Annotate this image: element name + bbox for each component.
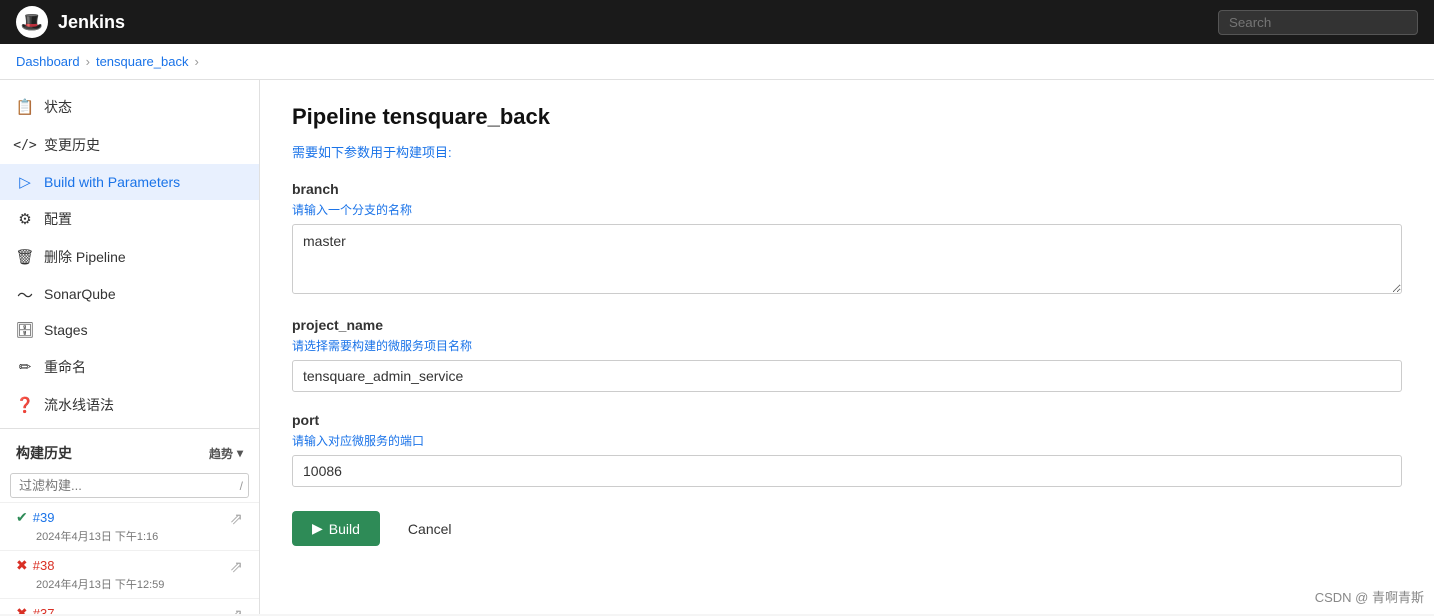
breadcrumb-project[interactable]: tensquare_back — [96, 54, 189, 69]
sidebar-item-rename-label: 重命名 — [44, 357, 86, 377]
trend-chevron-icon: ▾ — [237, 446, 243, 460]
param-group-project-name: project_name 请选择需要构建的微服务项目名称 — [292, 317, 1402, 392]
build-37-arrow-icon: ⇗ — [230, 605, 243, 614]
sidebar-item-change-history[interactable]: </> 变更历史 — [0, 126, 259, 164]
pipeline-syntax-icon: ❓ — [16, 396, 34, 414]
change-history-icon: </> — [16, 136, 34, 154]
build-39-date: 2024年4月13日 下午1:16 — [16, 528, 158, 544]
breadcrumb-sep-2: › — [194, 54, 198, 69]
watermark-text: CSDN @ 青啊青斯 — [1315, 590, 1424, 605]
port-input[interactable] — [292, 455, 1402, 487]
layout: 📋 状态 </> 变更历史 ▷ Build with Parameters ⚙ … — [0, 80, 1434, 614]
param-group-branch: branch 请输入一个分支的名称 master — [292, 181, 1402, 297]
sidebar-item-change-history-label: 变更历史 — [44, 135, 100, 155]
branch-input[interactable]: master — [292, 224, 1402, 294]
project-name-label: project_name — [292, 317, 1402, 333]
page-title: Pipeline tensquare_back — [292, 104, 1402, 130]
build-37-status-icon: ✖ — [16, 605, 28, 614]
stages-icon: 🗄 — [16, 321, 34, 339]
sidebar-item-delete-pipeline-label: 删除 Pipeline — [44, 247, 126, 267]
breadcrumb: Dashboard › tensquare_back › — [0, 44, 1434, 80]
breadcrumb-dashboard[interactable]: Dashboard — [16, 54, 80, 69]
sidebar-item-config-label: 配置 — [44, 209, 72, 229]
status-icon: 📋 — [16, 98, 34, 116]
filter-shortcut-icon: / — [240, 479, 243, 493]
history-trend-label: 趋势 — [209, 445, 233, 462]
sidebar-item-status[interactable]: 📋 状态 — [0, 88, 259, 126]
filter-input-wrap: / — [0, 469, 259, 502]
build-37-link[interactable]: ✖ #37 — [16, 605, 164, 614]
main-content: Pipeline tensquare_back 需要如下参数用于构建项目: br… — [260, 80, 1434, 614]
search-input[interactable] — [1218, 10, 1418, 35]
project-name-hint: 请选择需要构建的微服务项目名称 — [292, 337, 1402, 354]
build-37-number: #37 — [33, 606, 55, 614]
header: 🎩 Jenkins — [0, 0, 1434, 44]
sidebar-item-delete-pipeline[interactable]: 🗑 删除 Pipeline — [0, 238, 259, 276]
page-subtitle: 需要如下参数用于构建项目: — [292, 142, 1402, 161]
history-header: 构建历史 趋势 ▾ — [0, 437, 259, 469]
sidebar-item-pipeline-syntax-label: 流水线语法 — [44, 395, 114, 415]
jenkins-title: Jenkins — [58, 12, 125, 33]
history-trend-button[interactable]: 趋势 ▾ — [209, 445, 243, 462]
rename-icon: ✏ — [16, 358, 34, 376]
port-hint: 请输入对应微服务的端口 — [292, 432, 1402, 449]
sidebar-item-config[interactable]: ⚙ 配置 — [0, 200, 259, 238]
build-item-39: ✔ #39 2024年4月13日 下午1:16 ⇗ — [0, 502, 259, 550]
build-item-37: ✖ #37 2024年4月13日 下午12:58 ⇗ — [0, 598, 259, 614]
project-name-input[interactable] — [292, 360, 1402, 392]
sidebar-item-stages-label: Stages — [44, 322, 88, 338]
watermark: CSDN @ 青啊青斯 — [1315, 587, 1424, 606]
branch-label: branch — [292, 181, 1402, 197]
build-39-number: #39 — [33, 510, 55, 525]
build-item-39-left: ✔ #39 2024年4月13日 下午1:16 — [16, 509, 158, 544]
build-play-icon: ▶ — [312, 520, 323, 537]
sonarqube-icon: 〜 — [16, 285, 34, 303]
build-39-status-icon: ✔ — [16, 509, 28, 526]
build-39-arrow-icon: ⇗ — [230, 509, 243, 529]
breadcrumb-sep-1: › — [86, 54, 90, 69]
branch-hint: 请输入一个分支的名称 — [292, 201, 1402, 218]
build-38-number: #38 — [33, 558, 55, 573]
jenkins-logo: 🎩 Jenkins — [16, 6, 125, 38]
build-38-status-icon: ✖ — [16, 557, 28, 574]
param-group-port: port 请输入对应微服务的端口 — [292, 412, 1402, 487]
cancel-button-label: Cancel — [408, 521, 452, 537]
sidebar-item-sonarqube[interactable]: 〜 SonarQube — [0, 276, 259, 312]
sidebar-item-stages[interactable]: 🗄 Stages — [0, 312, 259, 348]
sidebar: 📋 状态 </> 变更历史 ▷ Build with Parameters ⚙ … — [0, 80, 260, 614]
config-icon: ⚙ — [16, 210, 34, 228]
build-39-link[interactable]: ✔ #39 — [16, 509, 158, 526]
sidebar-item-build-with-params-label: Build with Parameters — [44, 174, 180, 190]
sidebar-item-pipeline-syntax[interactable]: ❓ 流水线语法 — [0, 386, 259, 424]
delete-pipeline-icon: 🗑 — [16, 248, 34, 266]
build-item-38-left: ✖ #38 2024年4月13日 下午12:59 — [16, 557, 164, 592]
build-button[interactable]: ▶ Build — [292, 511, 380, 546]
form-actions: ▶ Build Cancel — [292, 511, 1402, 546]
build-item-38: ✖ #38 2024年4月13日 下午12:59 ⇗ — [0, 550, 259, 598]
sidebar-item-status-label: 状态 — [44, 97, 72, 117]
build-item-37-left: ✖ #37 2024年4月13日 下午12:58 — [16, 605, 164, 614]
history-section: 构建历史 趋势 ▾ / ✔ #39 2024年4月13日 下午1:16 — [0, 428, 259, 614]
jenkins-icon: 🎩 — [16, 6, 48, 38]
history-title: 构建历史 — [16, 443, 72, 463]
build-38-date: 2024年4月13日 下午12:59 — [16, 576, 164, 592]
sidebar-item-rename[interactable]: ✏ 重命名 — [0, 348, 259, 386]
filter-input[interactable] — [10, 473, 249, 498]
build-38-arrow-icon: ⇗ — [230, 557, 243, 577]
sidebar-item-sonarqube-label: SonarQube — [44, 286, 116, 302]
build-38-link[interactable]: ✖ #38 — [16, 557, 164, 574]
cancel-button[interactable]: Cancel — [392, 512, 468, 546]
sidebar-item-build-with-params[interactable]: ▷ Build with Parameters — [0, 164, 259, 200]
port-label: port — [292, 412, 1402, 428]
build-with-params-icon: ▷ — [16, 173, 34, 191]
build-button-label: Build — [329, 521, 360, 537]
